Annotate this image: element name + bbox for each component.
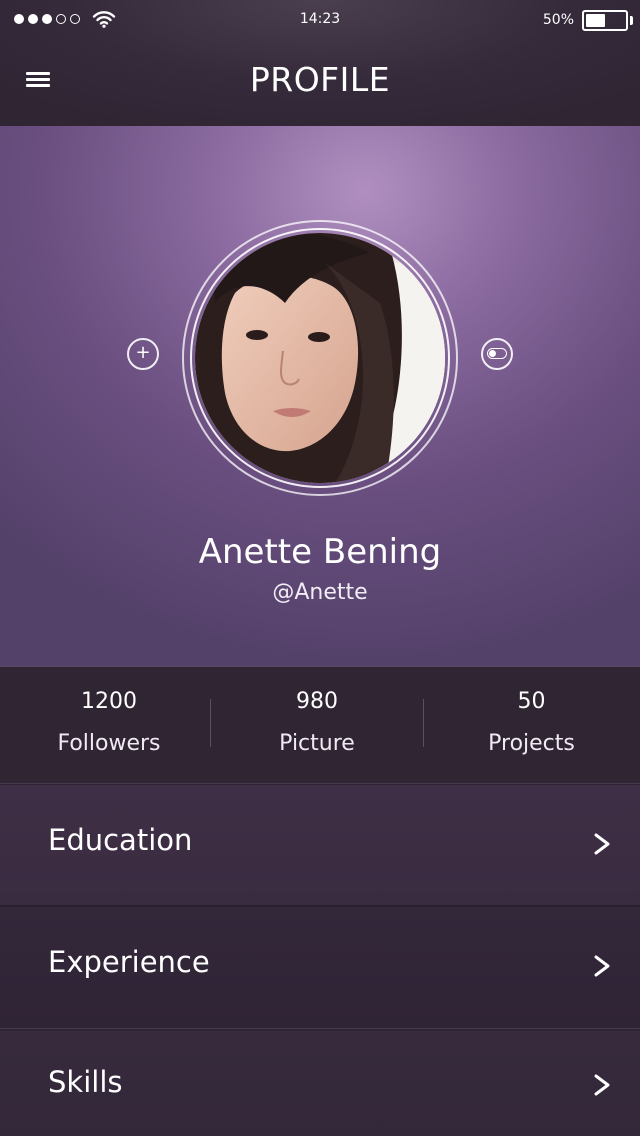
battery-level-fill	[586, 14, 605, 27]
battery-percentage: 50%	[542, 12, 574, 28]
profile-photo	[195, 233, 445, 483]
profile-name: Anette Bening	[198, 532, 442, 572]
battery-icon	[582, 10, 628, 31]
stats-bar: 1200 Followers 980 Picture 50 Projects	[0, 666, 640, 784]
stat-projects[interactable]: 50 Projects	[423, 667, 640, 785]
chevron-right-icon	[594, 1074, 610, 1096]
menu-item-label: Experience	[48, 945, 210, 979]
toggle-knob	[489, 350, 496, 357]
page-title: PROFILE	[249, 60, 391, 99]
profile-screen: 14:23 50% PROFILE + Anette Bening @Anett…	[0, 0, 640, 1136]
avatar[interactable]	[195, 233, 445, 483]
menu-item-skills[interactable]: Skills	[0, 1031, 640, 1136]
menu-item-label: Education	[48, 823, 193, 857]
status-bar: 14:23 50%	[0, 0, 640, 40]
stat-value: 1200	[81, 689, 137, 714]
menu-item-label: Skills	[48, 1065, 123, 1099]
stat-value: 980	[296, 689, 338, 714]
stat-label: Picture	[279, 731, 355, 756]
battery-tip	[630, 16, 633, 25]
profile-hero: + Anette Bening @Anette	[0, 126, 640, 666]
stat-label: Followers	[57, 731, 161, 756]
profile-handle: @Anette	[272, 580, 368, 605]
chevron-right-icon	[594, 955, 610, 977]
stat-picture[interactable]: 980 Picture	[211, 667, 423, 785]
menu-item-experience[interactable]: Experience	[0, 907, 640, 1029]
menu-item-education[interactable]: Education	[0, 785, 640, 907]
header: 14:23 50% PROFILE	[0, 0, 640, 126]
stat-label: Projects	[488, 731, 575, 756]
stat-followers[interactable]: 1200 Followers	[0, 667, 218, 785]
stat-value: 50	[517, 689, 546, 714]
plus-icon: +	[135, 342, 151, 363]
chevron-right-icon	[594, 833, 610, 855]
add-button[interactable]: +	[127, 338, 159, 370]
toggle-button[interactable]	[481, 338, 513, 370]
